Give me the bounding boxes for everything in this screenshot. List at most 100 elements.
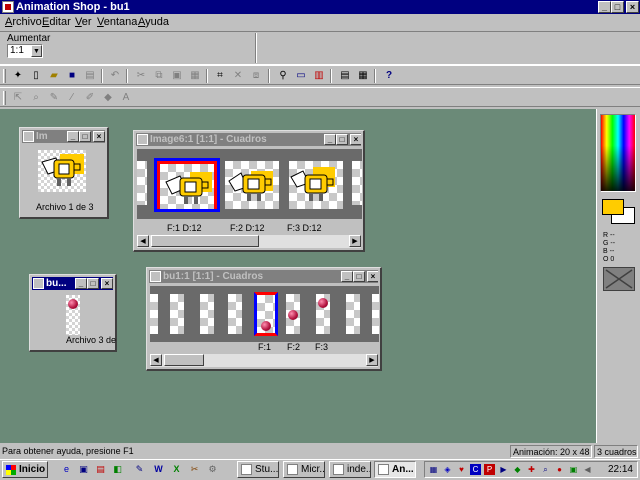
maximize-button[interactable]: □ — [353, 271, 365, 282]
tray-icon[interactable]: ◈ — [442, 464, 453, 475]
scroll-thumb[interactable] — [164, 354, 204, 366]
image-window-small[interactable]: Im _ □ × Archivo 1 de 3 — [19, 127, 109, 219]
view-anim-icon[interactable]: ▤ — [337, 68, 353, 84]
start-button[interactable]: Inicio — [2, 461, 48, 478]
title-bar[interactable]: Animation Shop - bu1 _ □ × — [0, 0, 640, 14]
transparent-color-box[interactable] — [603, 267, 635, 291]
speaker-icon[interactable]: ◀ — [582, 464, 593, 475]
new-icon[interactable]: ▯ — [28, 68, 44, 84]
window-titlebar[interactable]: bu1:1 [1:1] - Cuadros _ □ × — [149, 270, 378, 283]
copy-icon[interactable]: ⧉ — [151, 68, 167, 84]
scroll-right-icon[interactable]: ▶ — [366, 354, 378, 366]
close-button[interactable]: × — [101, 278, 113, 289]
frame-thumbnail[interactable] — [289, 161, 343, 209]
maximize-button[interactable]: □ — [336, 134, 348, 145]
window-titlebar[interactable]: Im _ □ × — [22, 130, 105, 143]
paste-frame-icon[interactable]: ▦ — [187, 68, 203, 84]
window-titlebar[interactable]: Image6:1 [1:1] - Cuadros _ □ × — [136, 133, 361, 146]
transition-icon[interactable]: ⧈ — [248, 68, 264, 84]
maximize-button[interactable]: □ — [79, 131, 91, 142]
zoom-select[interactable]: 1:1 ▼ — [7, 44, 43, 58]
frame-thumbnail[interactable] — [316, 294, 330, 334]
scroll-right-icon[interactable]: ▶ — [349, 235, 361, 247]
brush-icon[interactable]: ✐ — [82, 90, 98, 106]
minimize-button[interactable]: _ — [75, 278, 87, 289]
task-button[interactable]: Stu... — [237, 461, 279, 478]
frame-thumbnail[interactable] — [225, 161, 279, 209]
task-button[interactable]: inde... — [329, 461, 371, 478]
tray-icon[interactable]: ● — [554, 464, 565, 475]
wizard-icon[interactable]: ✦ — [10, 68, 26, 84]
close-button[interactable]: × — [367, 271, 378, 282]
magnify-icon[interactable]: ⚲ — [275, 68, 291, 84]
image6-frames-window[interactable]: Image6:1 [1:1] - Cuadros _ □ × F:1 D:12 … — [133, 130, 365, 252]
tray-icon[interactable]: ▶ — [498, 464, 509, 475]
bu1-frames-window[interactable]: bu1:1 [1:1] - Cuadros _ □ × F:1 F:2 F:3 … — [146, 267, 382, 371]
window-icon[interactable] — [33, 278, 44, 289]
fill-icon[interactable]: ◆ — [100, 90, 116, 106]
horizontal-scrollbar[interactable]: ◀ ▶ — [137, 235, 361, 248]
scroll-left-icon[interactable]: ◀ — [150, 354, 162, 366]
tray-icon[interactable]: ◆ — [512, 464, 523, 475]
minimize-button[interactable]: _ — [598, 1, 611, 13]
minimize-button[interactable]: _ — [341, 271, 353, 282]
text-icon[interactable]: A — [118, 90, 134, 106]
task-button[interactable]: Micr... — [283, 461, 325, 478]
help-icon[interactable]: ? — [381, 68, 397, 84]
minimize-button[interactable]: _ — [67, 131, 79, 142]
menu-ventana[interactable]: Ventana — [97, 15, 137, 29]
chevron-down-icon[interactable]: ▼ — [31, 45, 42, 57]
zoom-icon[interactable]: ⌕ — [28, 90, 44, 106]
tray-icon[interactable]: ⌕ — [540, 464, 551, 475]
tray-icon[interactable]: ♥ — [456, 464, 467, 475]
tray-icon[interactable]: ✚ — [526, 464, 537, 475]
paste-icon[interactable]: ▣ — [169, 68, 185, 84]
undo-icon[interactable]: ↶ — [107, 68, 123, 84]
word-icon[interactable]: W — [152, 463, 165, 476]
menu-ver[interactable]: Ver — [75, 15, 92, 29]
app-icon[interactable]: ✂ — [188, 463, 201, 476]
window-icon[interactable] — [23, 131, 34, 142]
delete-icon[interactable]: ✕ — [230, 68, 246, 84]
toolbar-grip[interactable] — [3, 69, 6, 83]
crop-icon[interactable]: ⌗ — [212, 68, 228, 84]
toolbar-grip[interactable] — [3, 91, 6, 105]
desktop-icon[interactable]: ▣ — [77, 463, 90, 476]
frame-thumbnail[interactable] — [154, 158, 220, 212]
menu-archivo[interactable]: Archivo — [5, 15, 42, 29]
clock[interactable]: 22:14 — [608, 463, 633, 476]
foreground-color-swatch[interactable] — [602, 199, 624, 215]
select-arrow-icon[interactable]: ⇱ — [10, 90, 26, 106]
open-icon[interactable]: ▰ — [46, 68, 62, 84]
color-spectrum[interactable] — [600, 114, 636, 192]
window-icon[interactable] — [150, 271, 161, 282]
maximize-button[interactable]: □ — [611, 1, 624, 13]
app-icon[interactable] — [2, 1, 14, 13]
print-icon[interactable]: ▤ — [82, 68, 98, 84]
app-icon[interactable]: ⚙ — [206, 463, 219, 476]
menu-ayuda[interactable]: Ayuda — [138, 15, 169, 29]
cut-icon[interactable]: ✂ — [133, 68, 149, 84]
minimize-button[interactable]: _ — [324, 134, 336, 145]
menu-editar[interactable]: Editar — [42, 15, 71, 29]
maximize-button[interactable]: □ — [87, 278, 99, 289]
close-button[interactable]: × — [626, 1, 639, 13]
close-button[interactable]: × — [93, 131, 105, 142]
frame-props-icon[interactable]: ▭ — [293, 68, 309, 84]
tray-icon[interactable]: C — [470, 464, 481, 475]
app-icon[interactable]: ▤ — [94, 463, 107, 476]
tray-icon[interactable]: P — [484, 464, 495, 475]
storyboard-icon[interactable]: ▦ — [355, 68, 371, 84]
task-button-active[interactable]: An... — [374, 461, 416, 478]
frame-thumbnail[interactable] — [286, 294, 300, 334]
dropper-icon[interactable]: ✎ — [46, 90, 62, 106]
excel-icon[interactable]: X — [170, 463, 183, 476]
bu-window-small[interactable]: bu... _ □ × Archivo 3 de — [29, 274, 117, 352]
frame-thumbnail[interactable] — [254, 292, 278, 336]
app-icon[interactable]: ✎ — [133, 463, 146, 476]
pencil-icon[interactable]: ∕ — [64, 90, 80, 106]
close-button[interactable]: × — [350, 134, 361, 145]
window-titlebar[interactable]: bu... _ □ × — [32, 277, 113, 290]
save-icon[interactable]: ■ — [64, 68, 80, 84]
scroll-left-icon[interactable]: ◀ — [137, 235, 149, 247]
